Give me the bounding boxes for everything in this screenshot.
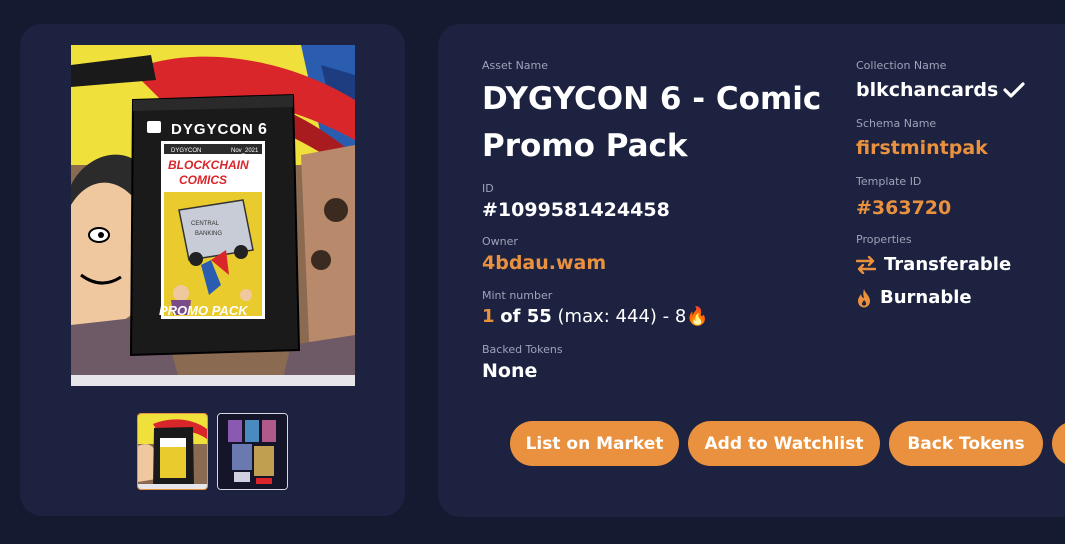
flame-icon <box>858 288 870 307</box>
thumbnail-2-image <box>218 414 287 489</box>
more-action-button[interactable] <box>1052 421 1065 466</box>
comic-pack-artwork: DYGYCON 6 DYGYCON Nov_2021 BLOCKCHAIN CO… <box>71 45 355 386</box>
mint-number: 1 of 55 (max: 444) - 8🔥 <box>482 306 709 327</box>
properties-label: Properties <box>856 233 912 246</box>
pack-subbrand-text: DYGYCON <box>171 148 201 154</box>
mint-number-label: Mint number <box>482 289 553 302</box>
asset-main-image[interactable]: DYGYCON 6 DYGYCON Nov_2021 BLOCKCHAIN CO… <box>71 45 355 386</box>
property-burnable-label: Burnable <box>880 287 972 308</box>
schema-name-label: Schema Name <box>856 117 937 130</box>
truck-text-2: BANKING <box>195 231 222 237</box>
template-id-link[interactable]: #363720 <box>856 197 951 219</box>
backed-tokens-label: Backed Tokens <box>482 343 563 356</box>
thumbnail-1-image <box>138 414 207 489</box>
template-id-label: Template ID <box>856 175 922 188</box>
owner-label: Owner <box>482 235 518 248</box>
mint-max-info: (max: 444) - 8🔥 <box>557 306 709 327</box>
id-label: ID <box>482 182 494 195</box>
back-tokens-button[interactable]: Back Tokens <box>889 421 1043 466</box>
transfer-arrows-icon <box>856 255 876 274</box>
owner-link[interactable]: 4bdau.wam <box>482 252 606 274</box>
asset-name-label: Asset Name <box>482 59 549 72</box>
thumbnail-2[interactable] <box>217 413 288 490</box>
verified-check-icon <box>1003 82 1025 98</box>
collection-name-label: Collection Name <box>856 59 947 72</box>
image-gallery-card: DYGYCON 6 DYGYCON Nov_2021 BLOCKCHAIN CO… <box>20 24 405 516</box>
pack-date-text: Nov_2021 <box>231 148 259 154</box>
pack-brand-text: DYGYCON <box>171 121 254 138</box>
pack-brand-num-text: 6 <box>258 121 267 138</box>
add-to-watchlist-button[interactable]: Add to Watchlist <box>688 421 880 466</box>
backed-tokens-value: None <box>482 360 538 382</box>
collection-name-link[interactable]: blkchancards <box>856 79 1025 101</box>
comic-title-line2: COMICS <box>179 173 227 187</box>
list-on-market-button[interactable]: List on Market <box>510 421 679 466</box>
thumbnail-1[interactable] <box>137 413 208 490</box>
schema-name-link[interactable]: firstmintpak <box>856 137 988 159</box>
comic-title-line1: BLOCKCHAIN <box>168 158 249 172</box>
asset-name: DYGYCON 6 - Comic Promo Pack <box>482 81 822 164</box>
property-burnable: Burnable <box>856 287 972 308</box>
asset-details-card: Asset Name DYGYCON 6 - Comic Promo Pack … <box>438 24 1065 517</box>
truck-text-1: CENTRAL <box>191 221 220 227</box>
property-transferable-label: Transferable <box>884 254 1012 275</box>
pack-footer-text: PROMO PACK <box>159 303 249 318</box>
mint-of-supply: of 55 <box>500 306 552 327</box>
asset-id: #1099581424458 <box>482 199 670 221</box>
mint-number-value: 1 <box>482 306 495 327</box>
collection-name: blkchancards <box>856 79 999 101</box>
property-transferable: Transferable <box>856 254 1011 275</box>
